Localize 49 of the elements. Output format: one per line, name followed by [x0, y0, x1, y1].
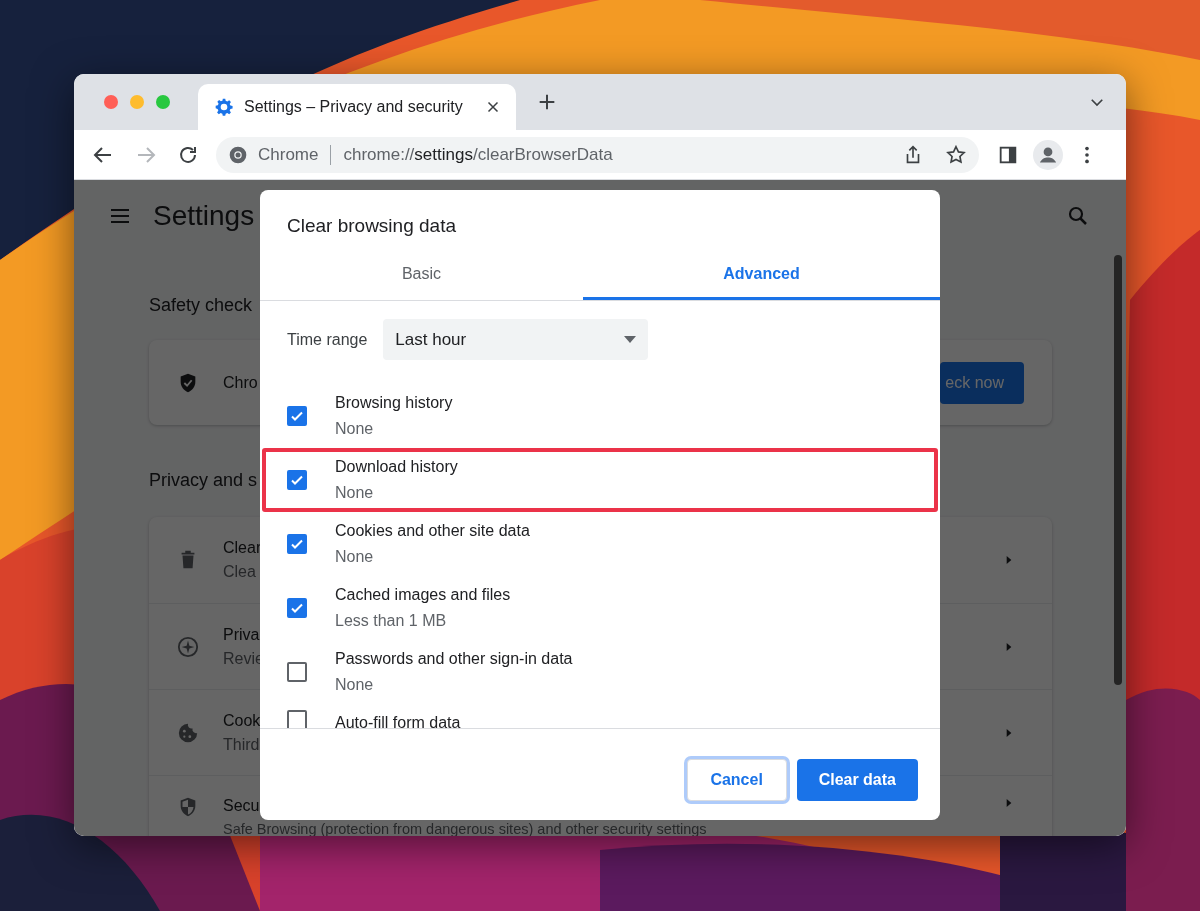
row-title[interactable]: Clear — [223, 539, 262, 557]
circle-logo-icon — [228, 144, 248, 165]
option-label: Download history — [335, 457, 458, 477]
row-title[interactable]: Priva — [223, 625, 260, 644]
caret-down-icon — [624, 335, 637, 344]
row-subtitle: Clea — [223, 563, 256, 581]
close-window-button[interactable] — [104, 95, 118, 109]
section-heading: Privacy and s — [149, 469, 258, 491]
cookie-icon — [177, 721, 199, 744]
dialog-tab[interactable]: Basic — [260, 250, 583, 300]
section-heading: Safety check — [149, 294, 253, 316]
option-label: Auto-fill form data — [335, 713, 461, 728]
option-label: Passwords and other sign-in data — [335, 649, 573, 669]
safety-check-text: Chro — [223, 373, 258, 392]
option-label: Browsing history — [335, 393, 453, 413]
address-bar[interactable]: Chrome chrome://settings/clearBrowserData — [216, 136, 979, 173]
row-title[interactable]: Secu — [223, 796, 260, 816]
time-range-dropdown[interactable]: Last hour — [383, 319, 649, 360]
url-text: chrome://settings/clearBrowserData — [343, 144, 613, 165]
option-detail: None — [335, 483, 375, 503]
checkbox[interactable] — [287, 662, 307, 682]
gear-icon — [214, 97, 234, 117]
dialog-tab[interactable]: Advanced — [583, 250, 940, 300]
option-label: Cookies and other site data — [335, 521, 530, 541]
checkbox[interactable] — [287, 470, 307, 490]
dialog-title: Clear browsing data — [286, 214, 457, 238]
avatar-icon[interactable] — [1033, 139, 1063, 170]
row-subtitle: Third — [223, 735, 260, 754]
checkbox[interactable] — [287, 598, 307, 618]
site-label: Chrome — [258, 144, 319, 165]
option-label: Cached images and files — [335, 585, 511, 605]
compass-icon — [177, 635, 199, 658]
page-title: Settings — [153, 200, 255, 232]
option-detail: None — [335, 675, 375, 695]
checkbox[interactable] — [287, 534, 307, 554]
scrollbar[interactable] — [1114, 255, 1122, 685]
time-range-label: Time range — [287, 330, 368, 349]
option-detail: None — [335, 547, 375, 567]
check-now-button[interactable]: eck now — [940, 361, 1024, 404]
star-icon[interactable] — [945, 143, 967, 166]
clear-data-button[interactable]: Clear data — [796, 759, 918, 801]
browser-tab[interactable]: Settings – Privacy and security — [198, 84, 516, 130]
checkbox[interactable] — [287, 710, 307, 728]
cancel-button[interactable]: Cancel — [686, 759, 787, 801]
option-detail: Less than 1 MB — [335, 611, 448, 631]
checkbox[interactable] — [287, 406, 307, 426]
row-title[interactable]: Cook — [223, 711, 261, 730]
option-detail: None — [335, 419, 375, 439]
tab-title: Settings – Privacy and security — [244, 98, 464, 116]
